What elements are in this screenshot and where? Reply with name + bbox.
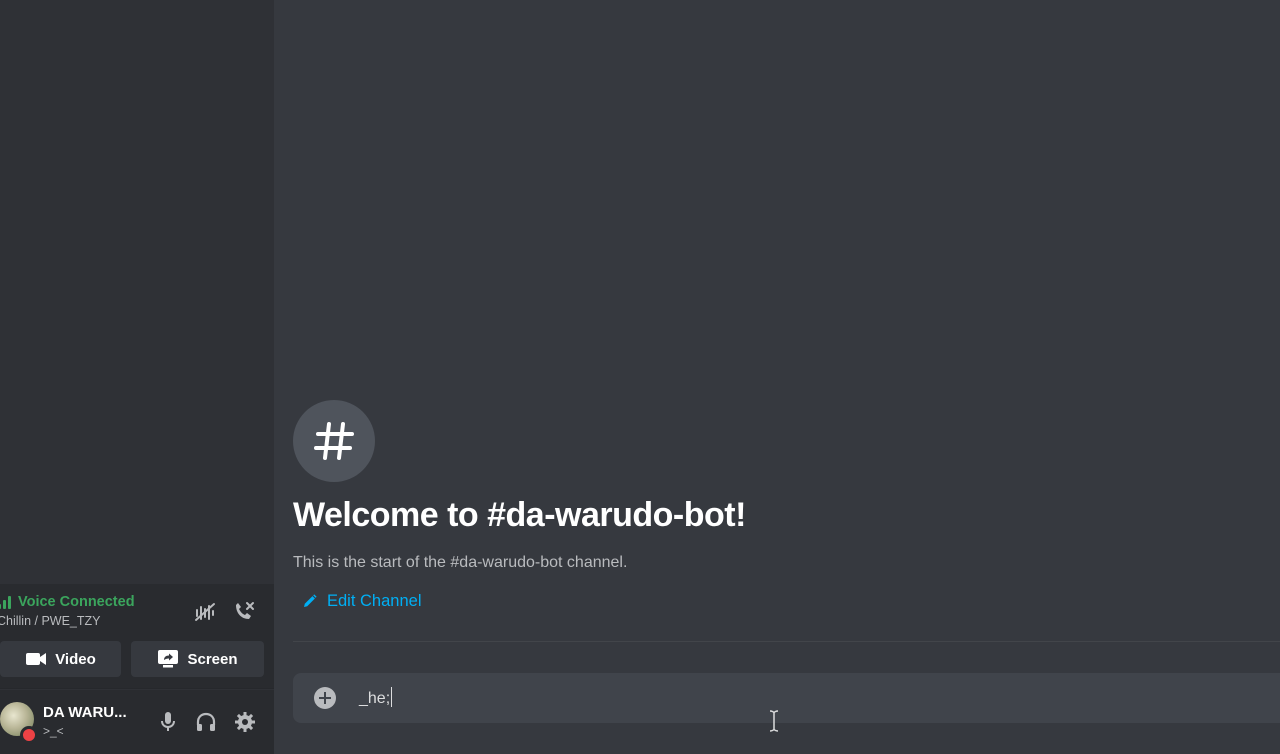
user-tag: >_< xyxy=(43,724,64,738)
microphone-icon[interactable] xyxy=(156,710,180,734)
username[interactable]: DA WARU... xyxy=(43,704,127,721)
signal-bars-icon xyxy=(0,595,14,609)
voice-connection-panel: Voice Connected Chillin / PWE_TZY Video … xyxy=(0,584,274,689)
text-caret xyxy=(391,687,393,707)
channel-sidebar: Voice Connected Chillin / PWE_TZY Video … xyxy=(0,0,274,754)
pencil-icon xyxy=(304,594,317,607)
voice-status[interactable]: Voice Connected xyxy=(0,594,135,610)
video-camera-icon xyxy=(26,653,47,665)
screen-share-icon xyxy=(158,650,179,668)
welcome-subtitle: This is the start of the #da-warudo-bot … xyxy=(293,554,628,571)
voice-channel-name[interactable]: Chillin / PWE_TZY xyxy=(0,614,101,628)
welcome-title: Welcome to #da-warudo-bot! xyxy=(293,496,746,534)
screen-button-label: Screen xyxy=(187,650,238,668)
voice-status-label: Voice Connected xyxy=(18,594,135,610)
plus-circle-icon[interactable] xyxy=(313,686,337,710)
screen-share-button[interactable]: Screen xyxy=(131,641,264,677)
user-panel: DA WARU... >_< xyxy=(0,690,274,754)
message-input[interactable]: _he; xyxy=(359,687,393,708)
channel-icon xyxy=(293,400,375,482)
noise-suppression-icon[interactable] xyxy=(193,600,217,624)
message-input-text: _he; xyxy=(359,690,391,707)
headphones-icon[interactable] xyxy=(194,710,218,734)
discord-app: Voice Connected Chillin / PWE_TZY Video … xyxy=(0,0,1280,754)
divider xyxy=(293,641,1280,642)
phone-disconnect-icon[interactable] xyxy=(232,600,256,624)
video-button-label: Video xyxy=(55,650,96,668)
edit-channel-label: Edit Channel xyxy=(327,592,422,610)
ibeam-cursor-icon xyxy=(769,710,779,732)
video-button[interactable]: Video xyxy=(0,641,121,677)
dnd-status-badge xyxy=(20,726,38,744)
gear-icon[interactable] xyxy=(233,710,257,734)
message-composer: _he; xyxy=(293,673,1280,723)
edit-channel-link[interactable]: Edit Channel xyxy=(302,592,421,611)
hashtag-icon xyxy=(314,422,354,460)
avatar[interactable] xyxy=(0,702,38,744)
chat-area: Welcome to #da-warudo-bot! This is the s… xyxy=(274,0,1280,754)
